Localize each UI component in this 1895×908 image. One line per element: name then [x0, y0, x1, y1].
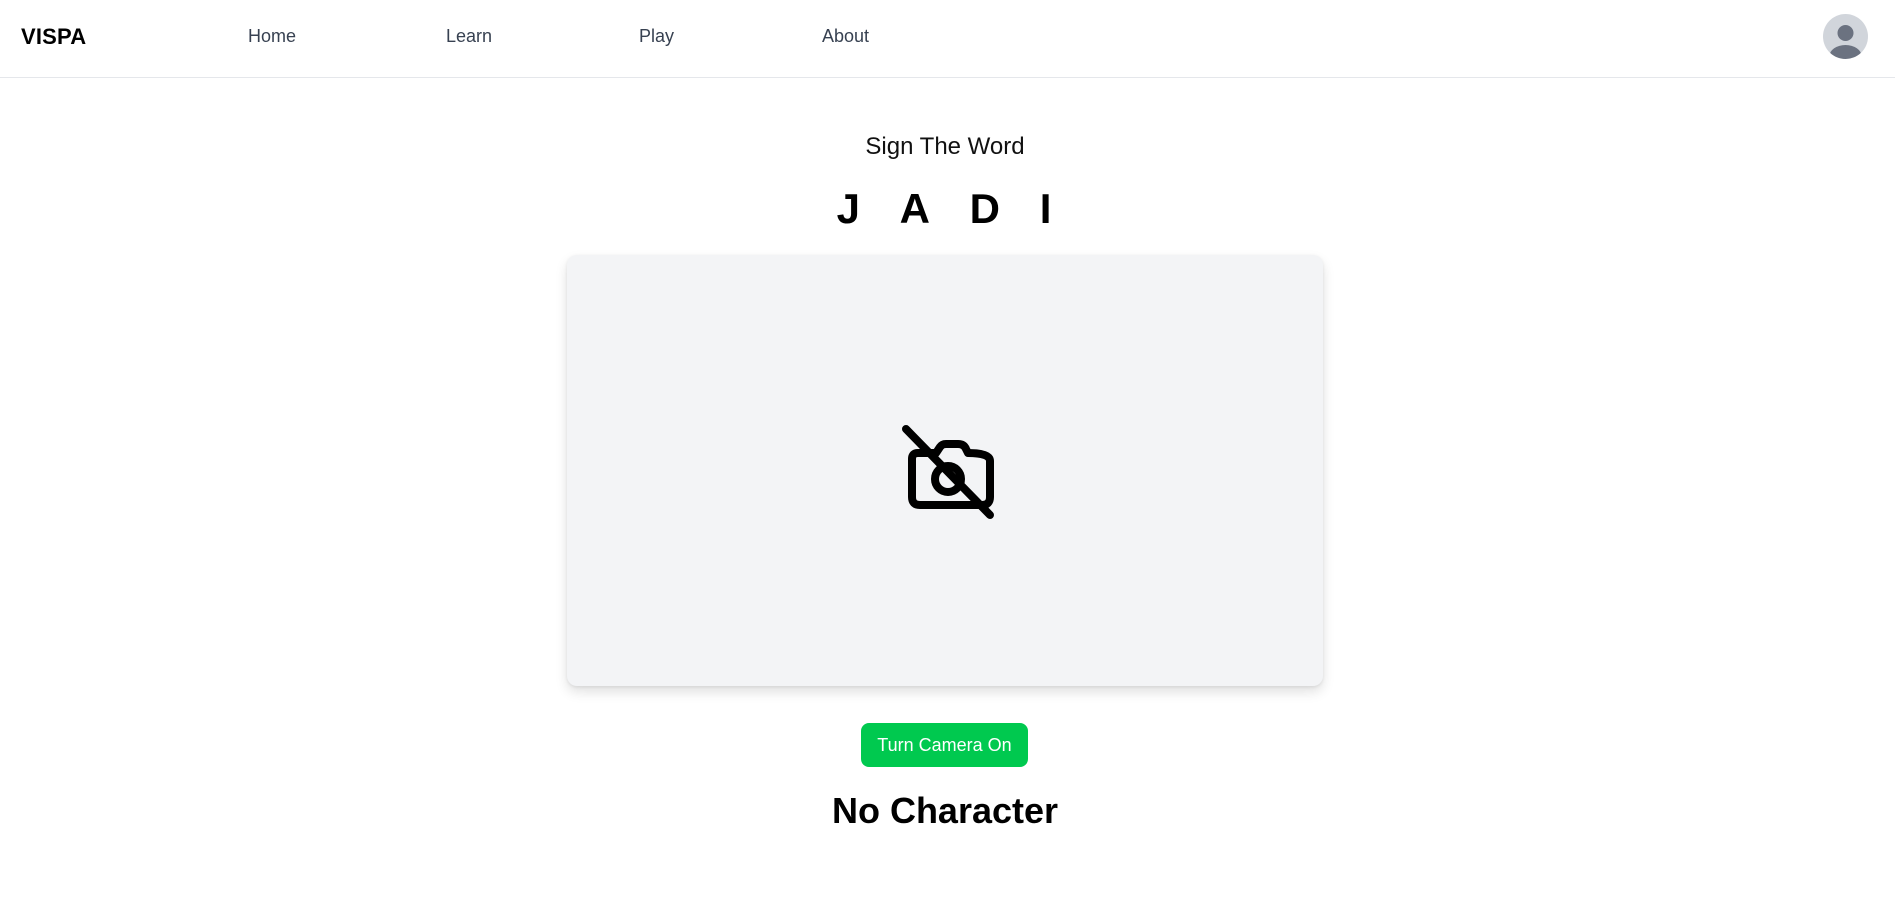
word-letter: D — [969, 185, 1003, 232]
camera-off-icon — [902, 425, 994, 519]
nav-link-play[interactable]: Play — [639, 26, 674, 47]
target-word: J A D I — [0, 185, 1890, 233]
user-avatar-icon — [1829, 25, 1862, 59]
nav-link-about[interactable]: About — [822, 26, 869, 47]
nav-link-learn[interactable]: Learn — [446, 26, 492, 47]
turn-camera-on-button[interactable]: Turn Camera On — [861, 723, 1028, 767]
nav-link-home[interactable]: Home — [248, 26, 296, 47]
user-avatar-button[interactable] — [1823, 14, 1868, 59]
word-letter: J — [836, 185, 862, 232]
brand-logo[interactable]: VISPA — [21, 24, 86, 50]
top-navbar: VISPA Home Learn Play About — [0, 0, 1895, 78]
camera-preview-area — [567, 255, 1323, 686]
word-letter: I — [1039, 185, 1054, 232]
detected-character-status: No Character — [831, 790, 1059, 831]
word-letter: A — [899, 185, 932, 232]
page-subtitle: Sign The Word — [865, 133, 1025, 160]
